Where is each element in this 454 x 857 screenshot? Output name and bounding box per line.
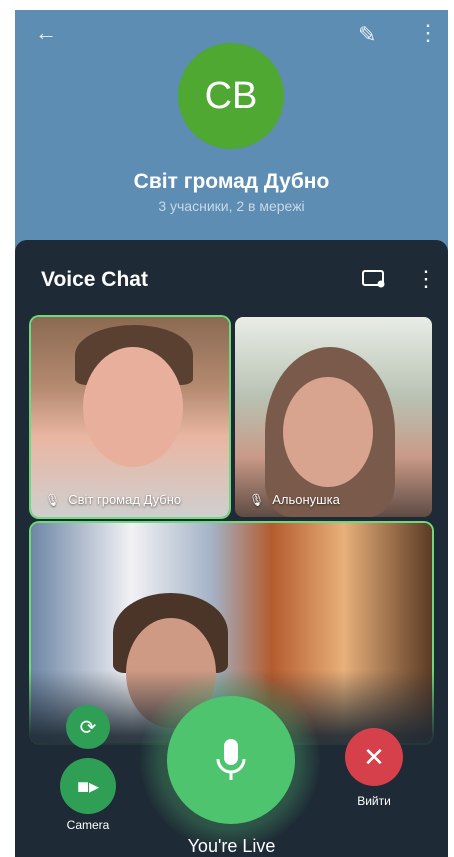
camera-button[interactable]: ■▸ — [60, 758, 116, 814]
leave-label: Вийти — [357, 794, 391, 808]
arrow-left-icon[interactable]: ← — [35, 20, 57, 46]
participant-label: 🎙 Альонушка — [249, 492, 340, 507]
microphone-icon — [216, 739, 246, 780]
camera-flip-icon[interactable]: ⟳ — [66, 705, 110, 749]
camera-label: Camera — [66, 818, 110, 832]
close-icon: ✕ — [363, 741, 385, 772]
microphone-icon: 🎙 — [249, 492, 265, 507]
participant-video — [83, 347, 183, 467]
participant-name: Світ громад Дубно — [68, 492, 182, 507]
group-subtitle: 3 учасники, 2 в мережі — [158, 198, 305, 214]
phone-screen: ← ✎ ⋮ CB Світ громад Дубно 3 учасники, 2… — [15, 10, 448, 857]
voice-chat-title: Voice Chat — [41, 268, 148, 291]
avatar: CB — [178, 43, 284, 149]
group-header: ← ✎ ⋮ CB Світ громад Дубно 3 учасники, 2… — [15, 10, 448, 250]
group-title: Світ громад Дубно — [133, 170, 330, 193]
more-vertical-icon[interactable]: ⋮ — [417, 20, 439, 46]
pencil-icon[interactable]: ✎ — [358, 22, 376, 48]
participant-video — [283, 377, 373, 487]
video-camera-icon: ■▸ — [76, 775, 100, 798]
screen-share-icon[interactable] — [362, 270, 386, 288]
leave-button[interactable]: ✕ — [345, 728, 403, 786]
live-status: You're Live — [187, 836, 276, 856]
participant-name: Альонушка — [272, 492, 340, 507]
microphone-button[interactable] — [167, 696, 295, 824]
more-vertical-icon[interactable]: ⋮ — [415, 266, 437, 292]
participant-label: 🎙 Світ громад Дубно — [45, 492, 181, 507]
participant-tile[interactable]: 🎙 Альонушка — [235, 317, 432, 517]
microphone-icon: 🎙 — [45, 492, 61, 507]
participant-tile[interactable]: 🎙 Світ громад Дубно — [31, 317, 229, 517]
